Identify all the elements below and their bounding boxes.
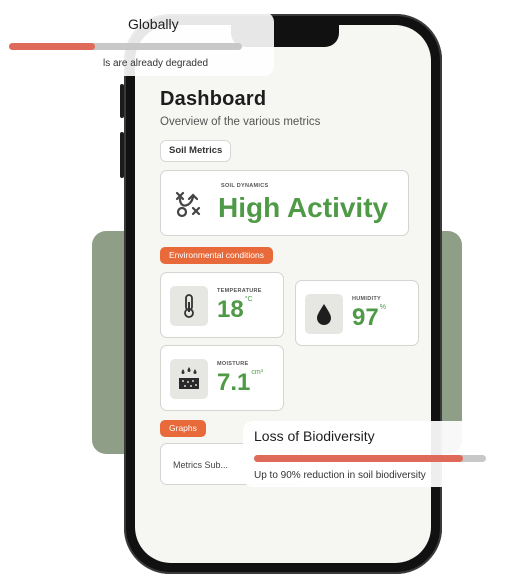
- degradation-progress-bar: [9, 43, 242, 50]
- humidity-unit: %: [379, 304, 386, 311]
- phone-side-button: [120, 84, 124, 118]
- stat-title: Loss of Biodiversity: [254, 428, 375, 444]
- stat-subtitle: Up to 90% reduction in soil biodiversity: [254, 470, 426, 481]
- page-title: Dashboard: [160, 88, 267, 110]
- biodiversity-progress-bar: [254, 455, 486, 462]
- degradation-stat-card: Globally ls are already degraded: [0, 12, 274, 76]
- environmental-conditions-pill: Environmental conditions: [160, 247, 273, 264]
- temperature-value: 18°C: [217, 296, 253, 323]
- temperature-unit: °C: [244, 296, 253, 303]
- moisture-unit: cm³: [251, 369, 264, 376]
- soil-dynamics-card[interactable]: SOIL DYNAMICS High Activity: [160, 170, 409, 236]
- water-drop-icon: [305, 294, 343, 334]
- shuffle-icon: [171, 185, 207, 221]
- phone-side-button: [120, 132, 124, 178]
- soil-dynamics-value: High Activity: [218, 192, 389, 223]
- temperature-card[interactable]: TEMPERATURE 18°C: [160, 272, 284, 338]
- biodiversity-progress-fill: [254, 455, 463, 462]
- moisture-card[interactable]: MOISTURE 7.1cm³: [160, 345, 284, 411]
- phone-frame: Dashboard Overview of the various metric…: [120, 14, 442, 574]
- graphs-card-label: Metrics Sub...: [173, 460, 229, 470]
- soil-metrics-chip[interactable]: Soil Metrics: [160, 140, 232, 162]
- stat-subtitle: ls are already degraded: [103, 58, 209, 69]
- humidity-label: HUMIDITY: [352, 296, 381, 302]
- graphs-pill: Graphs: [160, 420, 206, 437]
- biodiversity-stat-card: Loss of Biodiversity Up to 90% reduction…: [243, 421, 513, 487]
- soil-dynamics-label: SOIL DYNAMICS: [221, 183, 269, 189]
- soil-moisture-icon: [170, 359, 208, 399]
- temperature-label: TEMPERATURE: [217, 288, 262, 294]
- stat-title: Globally: [128, 16, 179, 32]
- humidity-value: 97%: [352, 304, 386, 331]
- moisture-value: 7.1cm³: [217, 369, 264, 396]
- humidity-card[interactable]: HUMIDITY 97%: [295, 280, 419, 346]
- degradation-progress-fill: [9, 43, 96, 50]
- moisture-label: MOISTURE: [217, 361, 249, 367]
- thermometer-icon: [170, 286, 208, 326]
- page-subtitle: Overview of the various metrics: [160, 116, 321, 128]
